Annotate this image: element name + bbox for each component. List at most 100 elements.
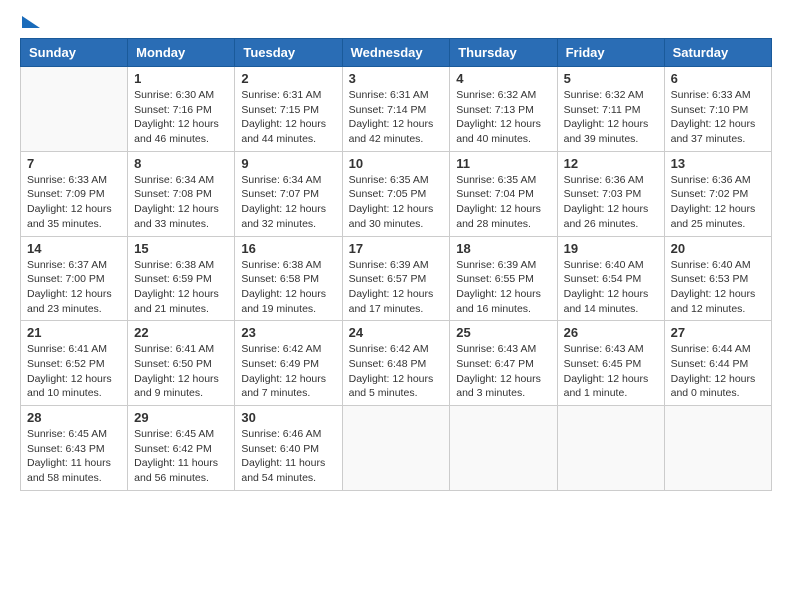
day-info: Sunrise: 6:39 AM Sunset: 6:57 PM Dayligh… (349, 258, 444, 317)
calendar-cell: 5 Sunrise: 6:32 AM Sunset: 7:11 PM Daylig… (557, 67, 664, 152)
calendar-cell: 11 Sunrise: 6:35 AM Sunset: 7:04 PM Dayli… (450, 151, 557, 236)
day-number: 6 (671, 71, 765, 86)
day-info: Sunrise: 6:43 AM Sunset: 6:47 PM Dayligh… (456, 342, 550, 401)
calendar-cell: 13 Sunrise: 6:36 AM Sunset: 7:02 PM Dayli… (664, 151, 771, 236)
day-number: 15 (134, 241, 228, 256)
day-number: 23 (241, 325, 335, 340)
calendar-cell: 3 Sunrise: 6:31 AM Sunset: 7:14 PM Daylig… (342, 67, 450, 152)
calendar-header-friday: Friday (557, 39, 664, 67)
day-info: Sunrise: 6:43 AM Sunset: 6:45 PM Dayligh… (564, 342, 658, 401)
calendar-cell: 21Sunrise: 6:41 AM Sunset: 6:52 PM Dayli… (21, 321, 128, 406)
logo (20, 20, 40, 28)
calendar-cell (557, 406, 664, 491)
day-info: Sunrise: 6:31 AM Sunset: 7:14 PM Dayligh… (349, 88, 444, 147)
calendar-cell: 29 Sunrise: 6:45 AM Sunset: 6:42 PM Dayli… (128, 406, 235, 491)
calendar-cell: 19 Sunrise: 6:40 AM Sunset: 6:54 PM Dayli… (557, 236, 664, 321)
calendar-header-saturday: Saturday (664, 39, 771, 67)
logo-arrow-icon (22, 16, 40, 28)
day-number: 26 (564, 325, 658, 340)
calendar-cell: 6 Sunrise: 6:33 AM Sunset: 7:10 PM Daylig… (664, 67, 771, 152)
calendar-cell: 16Sunrise: 6:38 AM Sunset: 6:58 PM Dayli… (235, 236, 342, 321)
day-info: Sunrise: 6:34 AM Sunset: 7:07 PM Dayligh… (241, 173, 335, 232)
day-info: Sunrise: 6:45 AM Sunset: 6:42 PM Dayligh… (134, 427, 228, 486)
calendar-cell: 26 Sunrise: 6:43 AM Sunset: 6:45 PM Dayli… (557, 321, 664, 406)
calendar-cell: 14 Sunrise: 6:37 AM Sunset: 7:00 PM Dayli… (21, 236, 128, 321)
calendar-cell: 28 Sunrise: 6:45 AM Sunset: 6:43 PM Dayli… (21, 406, 128, 491)
day-number: 22 (134, 325, 228, 340)
calendar-header-sunday: Sunday (21, 39, 128, 67)
calendar-week-2: 7 Sunrise: 6:33 AM Sunset: 7:09 PM Daylig… (21, 151, 772, 236)
calendar-header-tuesday: Tuesday (235, 39, 342, 67)
day-number: 8 (134, 156, 228, 171)
day-info: Sunrise: 6:42 AM Sunset: 6:49 PM Dayligh… (241, 342, 335, 401)
day-number: 28 (27, 410, 121, 425)
calendar-cell: 17 Sunrise: 6:39 AM Sunset: 6:57 PM Dayli… (342, 236, 450, 321)
day-number: 9 (241, 156, 335, 171)
page-header (20, 20, 772, 28)
day-number: 17 (349, 241, 444, 256)
day-number: 19 (564, 241, 658, 256)
day-info: Sunrise: 6:40 AM Sunset: 6:54 PM Dayligh… (564, 258, 658, 317)
calendar-week-1: 1 Sunrise: 6:30 AM Sunset: 7:16 PM Daylig… (21, 67, 772, 152)
day-number: 14 (27, 241, 121, 256)
day-info: Sunrise: 6:41 AM Sunset: 6:52 PM Dayligh… (27, 342, 121, 401)
day-info: Sunrise: 6:34 AM Sunset: 7:08 PM Dayligh… (134, 173, 228, 232)
day-info: Sunrise: 6:42 AM Sunset: 6:48 PM Dayligh… (349, 342, 444, 401)
day-number: 13 (671, 156, 765, 171)
day-info: Sunrise: 6:30 AM Sunset: 7:16 PM Dayligh… (134, 88, 228, 147)
day-number: 18 (456, 241, 550, 256)
day-info: Sunrise: 6:31 AM Sunset: 7:15 PM Dayligh… (241, 88, 335, 147)
day-number: 10 (349, 156, 444, 171)
day-number: 30 (241, 410, 335, 425)
day-number: 1 (134, 71, 228, 86)
calendar-header-monday: Monday (128, 39, 235, 67)
calendar-week-3: 14 Sunrise: 6:37 AM Sunset: 7:00 PM Dayli… (21, 236, 772, 321)
calendar-cell: 20Sunrise: 6:40 AM Sunset: 6:53 PM Dayli… (664, 236, 771, 321)
calendar-cell: 27 Sunrise: 6:44 AM Sunset: 6:44 PM Dayli… (664, 321, 771, 406)
day-number: 5 (564, 71, 658, 86)
day-number: 12 (564, 156, 658, 171)
day-info: Sunrise: 6:44 AM Sunset: 6:44 PM Dayligh… (671, 342, 765, 401)
calendar-cell: 23 Sunrise: 6:42 AM Sunset: 6:49 PM Dayli… (235, 321, 342, 406)
day-number: 24 (349, 325, 444, 340)
calendar-header-thursday: Thursday (450, 39, 557, 67)
day-number: 16 (241, 241, 335, 256)
header-row: SundayMondayTuesdayWednesdayThursdayFrid… (21, 39, 772, 67)
calendar-cell: 22Sunrise: 6:41 AM Sunset: 6:50 PM Dayli… (128, 321, 235, 406)
day-info: Sunrise: 6:45 AM Sunset: 6:43 PM Dayligh… (27, 427, 121, 486)
day-number: 3 (349, 71, 444, 86)
calendar-cell: 10 Sunrise: 6:35 AM Sunset: 7:05 PM Dayli… (342, 151, 450, 236)
calendar-week-4: 21Sunrise: 6:41 AM Sunset: 6:52 PM Dayli… (21, 321, 772, 406)
calendar-week-5: 28 Sunrise: 6:45 AM Sunset: 6:43 PM Dayli… (21, 406, 772, 491)
calendar-cell: 7 Sunrise: 6:33 AM Sunset: 7:09 PM Daylig… (21, 151, 128, 236)
calendar-cell: 12Sunrise: 6:36 AM Sunset: 7:03 PM Dayli… (557, 151, 664, 236)
calendar-cell: 18 Sunrise: 6:39 AM Sunset: 6:55 PM Dayli… (450, 236, 557, 321)
day-number: 11 (456, 156, 550, 171)
day-info: Sunrise: 6:32 AM Sunset: 7:11 PM Dayligh… (564, 88, 658, 147)
calendar-header-wednesday: Wednesday (342, 39, 450, 67)
day-info: Sunrise: 6:39 AM Sunset: 6:55 PM Dayligh… (456, 258, 550, 317)
day-number: 29 (134, 410, 228, 425)
day-number: 25 (456, 325, 550, 340)
calendar-cell (21, 67, 128, 152)
day-info: Sunrise: 6:33 AM Sunset: 7:10 PM Dayligh… (671, 88, 765, 147)
day-info: Sunrise: 6:35 AM Sunset: 7:05 PM Dayligh… (349, 173, 444, 232)
calendar-cell: 9 Sunrise: 6:34 AM Sunset: 7:07 PM Daylig… (235, 151, 342, 236)
day-number: 7 (27, 156, 121, 171)
day-info: Sunrise: 6:37 AM Sunset: 7:00 PM Dayligh… (27, 258, 121, 317)
day-info: Sunrise: 6:46 AM Sunset: 6:40 PM Dayligh… (241, 427, 335, 486)
calendar-cell: 24 Sunrise: 6:42 AM Sunset: 6:48 PM Dayli… (342, 321, 450, 406)
calendar-cell (664, 406, 771, 491)
calendar-cell: 1 Sunrise: 6:30 AM Sunset: 7:16 PM Daylig… (128, 67, 235, 152)
calendar-cell (450, 406, 557, 491)
calendar-cell (342, 406, 450, 491)
day-info: Sunrise: 6:33 AM Sunset: 7:09 PM Dayligh… (27, 173, 121, 232)
day-info: Sunrise: 6:35 AM Sunset: 7:04 PM Dayligh… (456, 173, 550, 232)
day-number: 27 (671, 325, 765, 340)
calendar-cell: 4Sunrise: 6:32 AM Sunset: 7:13 PM Daylig… (450, 67, 557, 152)
day-info: Sunrise: 6:36 AM Sunset: 7:02 PM Dayligh… (671, 173, 765, 232)
day-info: Sunrise: 6:38 AM Sunset: 6:59 PM Dayligh… (134, 258, 228, 317)
calendar-cell: 15 Sunrise: 6:38 AM Sunset: 6:59 PM Dayli… (128, 236, 235, 321)
day-info: Sunrise: 6:40 AM Sunset: 6:53 PM Dayligh… (671, 258, 765, 317)
day-info: Sunrise: 6:32 AM Sunset: 7:13 PM Dayligh… (456, 88, 550, 147)
